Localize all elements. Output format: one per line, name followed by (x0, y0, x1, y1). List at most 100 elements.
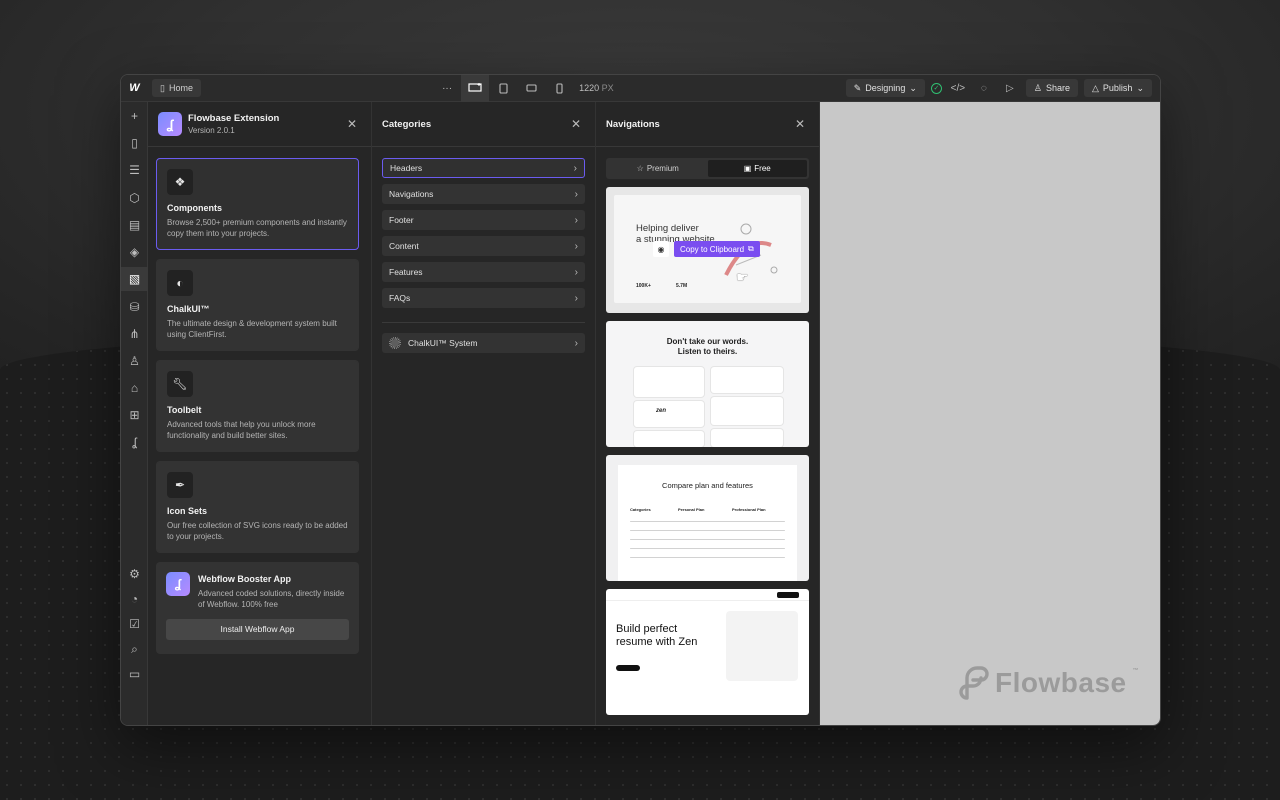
add-icon[interactable]: + (121, 104, 148, 128)
canvas-width[interactable]: 1220 PX (579, 83, 614, 93)
saved-check-icon: ✓ (931, 83, 942, 94)
chevron-right-icon: › (575, 267, 578, 278)
category-label: Headers (390, 163, 422, 173)
components-icon[interactable]: ⬡ (121, 186, 148, 210)
desktop-breakpoint-icon[interactable] (461, 75, 489, 102)
thumbnail-heading: resume with Zen (616, 636, 697, 648)
components-card[interactable]: ❖ Components Browse 2,500+ premium compo… (156, 158, 359, 250)
left-toolbar: + ▯ ☰ ⬡ ▤ ◈ ▧ ⛁ ⋔ ♙ ⌂ ⊞ ʆ ⚙ ◔ ☑ ⌕ ▭ (121, 102, 148, 726)
component-thumbnail[interactable]: Don't take our words. Listen to theirs. … (606, 321, 809, 447)
trademark-symbol: ™ (1133, 668, 1140, 674)
video-icon[interactable]: ▭ (121, 662, 148, 686)
checklist-icon[interactable]: ☑ (121, 612, 148, 636)
category-navigations[interactable]: Navigations› (382, 184, 585, 204)
publish-label: Publish (1103, 83, 1133, 93)
gift-icon: ▣ (744, 164, 752, 173)
comment-icon[interactable]: ◌ (974, 75, 994, 102)
testimonial-card (711, 367, 783, 393)
copy-icon: ⧉ (748, 244, 754, 254)
mode-label: Designing (865, 83, 905, 93)
thumbnail-heading: Don't take our words. (606, 337, 809, 346)
cms-icon[interactable]: ▤ (121, 213, 148, 237)
share-button[interactable]: ♙ Share (1026, 79, 1078, 97)
categories-header: Categories ✕ (372, 102, 595, 147)
component-thumbnail[interactable]: Helping deliver a stunning website 100K+… (606, 187, 809, 313)
chevron-right-icon: › (575, 293, 578, 304)
categories-title: Categories (382, 119, 431, 130)
close-icon[interactable]: ✕ (795, 117, 805, 131)
logic-icon[interactable]: ⋔ (121, 322, 148, 346)
settings-icon[interactable]: ⚙ (121, 562, 148, 586)
webflow-logo[interactable]: W (121, 75, 148, 102)
mobile-portrait-icon[interactable] (545, 75, 573, 102)
copy-to-clipboard-button[interactable]: Copy to Clipboard ⧉ (674, 241, 760, 257)
category-features[interactable]: Features› (382, 262, 585, 282)
flowbase-logo-icon (955, 664, 989, 702)
mode-dropdown[interactable]: ✎ Designing ⌄ (846, 79, 925, 97)
audit-icon[interactable]: ◔ (121, 587, 148, 611)
install-webflow-app-button[interactable]: Install Webflow App (166, 619, 349, 640)
table-header: Personal Plan (678, 507, 704, 512)
card-description: The ultimate design & development system… (167, 319, 348, 341)
flowbase-watermark: Flowbase ™ (955, 664, 1139, 702)
design-canvas[interactable] (820, 102, 1161, 726)
category-content[interactable]: Content› (382, 236, 585, 256)
wrench-icon: 🔧︎ (167, 371, 193, 397)
apps-icon[interactable]: ⊞ (121, 403, 148, 427)
category-footer[interactable]: Footer› (382, 210, 585, 230)
tablet-breakpoint-icon[interactable] (489, 75, 517, 102)
flowbase-wordmark: Flowbase (995, 667, 1127, 699)
navigator-icon[interactable]: ☰ (121, 158, 148, 182)
icon-sets-card[interactable]: ✒ Icon Sets Our free collection of SVG i… (156, 461, 359, 553)
testimonial-card (634, 401, 704, 427)
category-headers[interactable]: Headers› (382, 158, 585, 178)
category-chalkui-system[interactable]: ChalkUI™ System› (382, 333, 585, 353)
chalkui-icon (389, 337, 401, 349)
category-faqs[interactable]: FAQs › (382, 288, 585, 308)
component-thumbnail[interactable]: Build perfect resume with Zen (606, 589, 809, 715)
component-thumbnail[interactable]: Compare plan and features Categories Per… (606, 455, 809, 581)
table-row (630, 521, 785, 522)
close-icon[interactable]: ✕ (571, 117, 581, 131)
contrast-icon: ◐ (167, 270, 193, 296)
assets-icon[interactable]: ▧ (121, 267, 148, 291)
card-description: Browse 2,500+ premium components and ins… (167, 218, 348, 240)
close-icon[interactable]: ✕ (347, 117, 357, 131)
extension-version: Version 2.0.1 (188, 126, 279, 135)
flowbase-app-icon[interactable]: ʆ (121, 430, 148, 454)
tab-premium[interactable]: ☆Premium (608, 160, 708, 177)
more-icon[interactable]: ··· (433, 75, 461, 102)
mobile-landscape-icon[interactable] (517, 75, 545, 102)
publish-button[interactable]: △ Publish ⌄ (1084, 79, 1152, 97)
category-label: Navigations (389, 189, 433, 199)
chalkui-card[interactable]: ◐ ChalkUI™ The ultimate design & develop… (156, 259, 359, 351)
preview-play-icon[interactable]: ▷ (1000, 75, 1020, 102)
database-icon[interactable]: ⛁ (121, 295, 148, 319)
search-icon[interactable]: ⌕ (121, 637, 148, 661)
preview-eye-icon[interactable]: ◉ (653, 241, 669, 257)
page-selector-button[interactable]: ▯ Home (152, 79, 201, 97)
tab-label: Premium (647, 164, 679, 173)
extension-title: Flowbase Extension (188, 113, 279, 124)
ecommerce-icon[interactable]: ⌂ (121, 376, 148, 400)
layers-icon: ❖ (167, 169, 193, 195)
webflow-booster-card: ʆ Webflow Booster App Advanced coded sol… (156, 562, 359, 654)
table-row (630, 539, 785, 540)
category-label: ChalkUI™ System (408, 338, 477, 348)
testimonial-card (634, 367, 704, 397)
thumbnail-illustration (726, 611, 798, 681)
style-manager-icon[interactable]: ◈ (121, 240, 148, 264)
code-icon[interactable]: </> (948, 75, 968, 102)
chevron-down-icon: ⌄ (909, 83, 917, 94)
toolbelt-card[interactable]: 🔧︎ Toolbelt Advanced tools that help you… (156, 360, 359, 452)
flowbase-logo-icon: ʆ (158, 112, 182, 136)
booster-title: Webflow Booster App (198, 574, 349, 584)
category-label: FAQs (389, 293, 410, 303)
tab-free[interactable]: ▣Free (708, 160, 808, 177)
thumbnail-heading: Helping deliver (636, 223, 699, 234)
top-bar: W ▯ Home ··· 1220 PX ✎ Designing (121, 75, 1160, 102)
card-description: Our free collection of SVG icons ready t… (167, 521, 348, 543)
users-icon[interactable]: ♙ (121, 349, 148, 373)
table-row (630, 557, 785, 558)
pages-icon[interactable]: ▯ (121, 131, 148, 155)
